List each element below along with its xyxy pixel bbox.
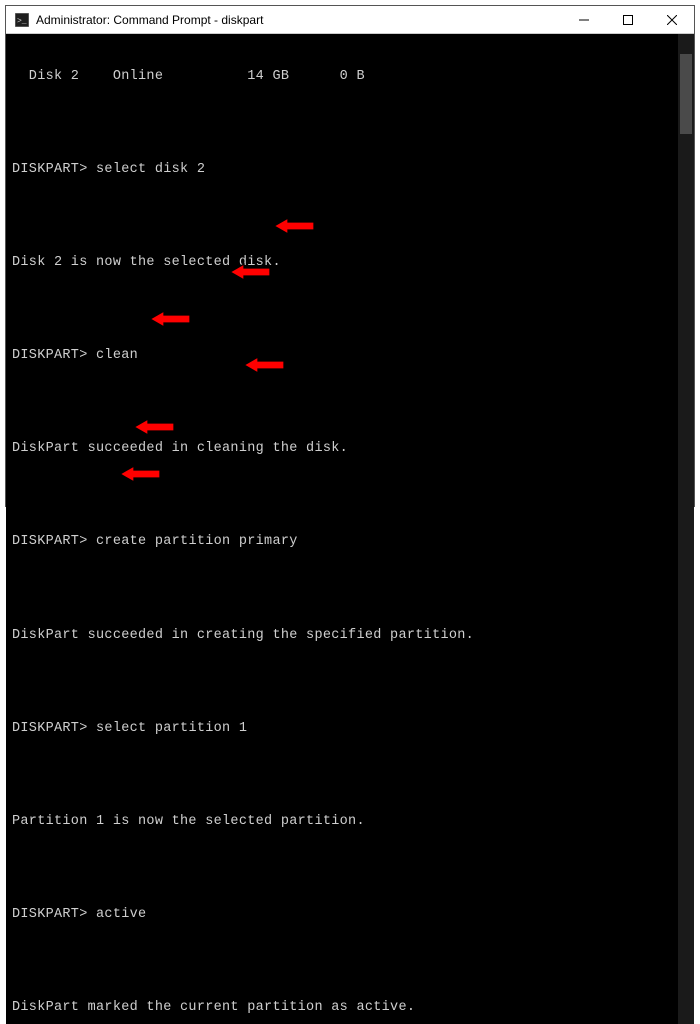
titlebar[interactable]: >_ Administrator: Command Prompt - diskp…: [6, 6, 694, 34]
prompt-line: DISKPART> select partition 1: [12, 721, 678, 737]
command-prompt-window: >_ Administrator: Command Prompt - diskp…: [5, 5, 695, 507]
window-controls: [562, 6, 694, 33]
output-line: Disk 2 Online 14 GB 0 B: [12, 69, 678, 85]
output-line: DiskPart succeeded in cleaning the disk.: [12, 441, 678, 457]
window-title: Administrator: Command Prompt - diskpart: [36, 13, 562, 27]
prompt-line: DISKPART> active: [12, 907, 678, 923]
output-line: DiskPart succeeded in creating the speci…: [12, 628, 678, 644]
terminal-area: Disk 2 Online 14 GB 0 B DISKPART> select…: [6, 34, 694, 1024]
prompt-line: DISKPART> create partition primary: [12, 534, 678, 550]
close-button[interactable]: [650, 6, 694, 33]
arrow-annotation: [244, 324, 311, 406]
output-line: DiskPart marked the current partition as…: [12, 1000, 678, 1016]
cmd-icon: >_: [14, 12, 30, 28]
prompt-line: DISKPART> select disk 2: [12, 162, 678, 178]
scrollbar-thumb[interactable]: [680, 54, 692, 134]
output-line: Partition 1 is now the selected partitio…: [12, 814, 678, 830]
terminal-output[interactable]: Disk 2 Online 14 GB 0 B DISKPART> select…: [6, 34, 678, 1024]
output-line: Disk 2 is now the selected disk.: [12, 255, 678, 271]
prompt-line: DISKPART> clean: [12, 348, 678, 364]
minimize-button[interactable]: [562, 6, 606, 33]
maximize-button[interactable]: [606, 6, 650, 33]
vertical-scrollbar[interactable]: [678, 34, 694, 1024]
svg-text:>_: >_: [17, 17, 27, 26]
